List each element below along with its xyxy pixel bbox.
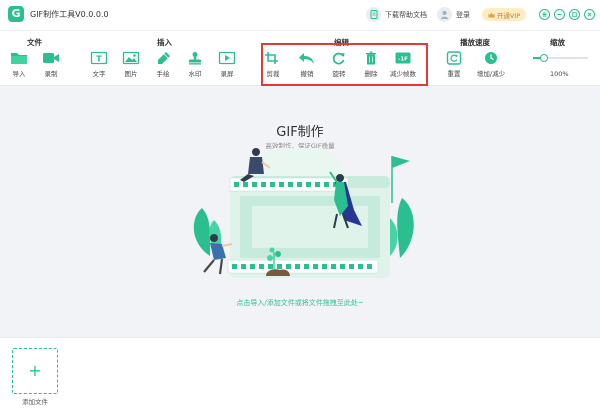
crown-icon bbox=[488, 12, 495, 17]
group-label-speed: 播放速度 bbox=[460, 38, 490, 47]
title-bar: G GIF制作工具V0.0.0.0 下载帮助文档 登录 开通VIP bbox=[0, 0, 600, 30]
import-button[interactable]: 导入 bbox=[4, 51, 34, 83]
watermark-button[interactable]: 水印 bbox=[180, 51, 210, 83]
record-label: 录制 bbox=[44, 70, 58, 78]
close-icon bbox=[587, 12, 592, 17]
drop-hint-link[interactable]: 点击导入/添加文件或将文件拖拽至此处~ bbox=[0, 298, 600, 308]
reset-label: 重置 bbox=[447, 70, 461, 78]
maximize-button[interactable] bbox=[569, 9, 580, 20]
image-icon bbox=[122, 51, 140, 65]
svg-text:T: T bbox=[96, 55, 102, 64]
minimize-icon bbox=[557, 14, 562, 15]
add-file-label: 添加文件 bbox=[22, 398, 48, 406]
edit-group-highlight bbox=[261, 43, 428, 86]
speed-adjust-button[interactable]: 增加/减少 bbox=[476, 51, 506, 83]
avatar-icon bbox=[437, 7, 452, 22]
watermark-label: 水印 bbox=[188, 70, 202, 78]
insert-text-button[interactable]: T 文字 bbox=[84, 51, 114, 83]
help-doc-label: 下载帮助文档 bbox=[385, 10, 427, 19]
document-icon bbox=[366, 7, 381, 22]
vip-button[interactable]: 开通VIP bbox=[482, 8, 526, 21]
import-label: 导入 bbox=[12, 70, 26, 78]
clock-icon bbox=[485, 52, 497, 64]
reset-icon bbox=[446, 51, 462, 65]
group-label-zoom: 缩放 bbox=[550, 38, 565, 47]
zoom-slider-handle[interactable] bbox=[540, 54, 548, 62]
minimize-button[interactable] bbox=[554, 9, 565, 20]
maximize-icon bbox=[572, 12, 577, 17]
main-title: GIF制作 bbox=[276, 125, 324, 140]
vip-label: 开通VIP bbox=[496, 11, 521, 20]
menu-icon bbox=[542, 12, 547, 17]
app-title: GIF制作工具V0.0.0.0 bbox=[30, 10, 109, 19]
close-button[interactable] bbox=[584, 9, 595, 20]
speed-adjust-label: 增加/减少 bbox=[476, 70, 506, 78]
brush-icon bbox=[158, 52, 170, 64]
screen-record-label: 录屏 bbox=[220, 70, 234, 78]
record-button[interactable]: 录制 bbox=[36, 51, 66, 83]
add-file-button[interactable]: + bbox=[12, 348, 58, 394]
folder-icon bbox=[11, 53, 27, 64]
app-logo: G bbox=[8, 6, 24, 22]
draw-button[interactable]: 手绘 bbox=[148, 51, 178, 83]
video-camera-icon bbox=[43, 53, 59, 63]
stamp-icon bbox=[189, 52, 201, 65]
login-label: 登录 bbox=[456, 10, 470, 19]
menu-button[interactable] bbox=[539, 9, 550, 20]
insert-image-label: 图片 bbox=[124, 70, 138, 78]
reset-button[interactable]: 重置 bbox=[439, 51, 469, 83]
zoom-value: 100% bbox=[550, 70, 569, 78]
screen-record-button[interactable]: 录屏 bbox=[212, 51, 242, 83]
gif-illustration[interactable] bbox=[170, 148, 430, 288]
text-box-icon: T bbox=[90, 51, 108, 65]
help-doc-button[interactable]: 下载帮助文档 bbox=[366, 7, 427, 22]
login-button[interactable]: 登录 bbox=[437, 7, 470, 22]
zoom-slider[interactable] bbox=[533, 54, 588, 62]
insert-text-label: 文字 bbox=[92, 70, 106, 78]
plus-icon: + bbox=[28, 361, 42, 380]
insert-image-button[interactable]: 图片 bbox=[116, 51, 146, 83]
draw-label: 手绘 bbox=[156, 70, 170, 78]
play-screen-icon bbox=[218, 51, 236, 65]
group-label-file: 文件 bbox=[27, 38, 42, 47]
group-label-insert: 插入 bbox=[157, 38, 172, 47]
file-strip bbox=[0, 337, 600, 411]
